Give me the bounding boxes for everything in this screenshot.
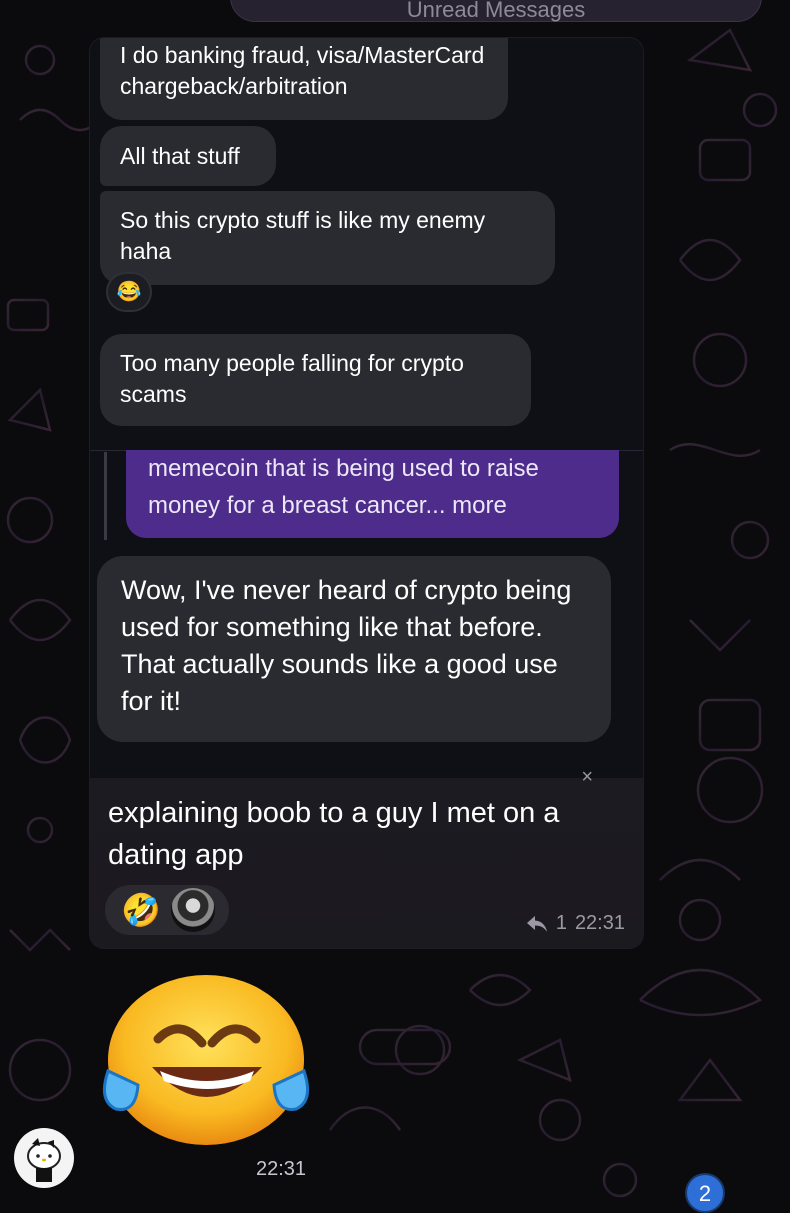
- outgoing-quoted-message: memecoin that is being used to raise mon…: [126, 450, 619, 538]
- sticker-time: 22:31: [256, 1158, 307, 1180]
- reply-arrow-icon[interactable]: [526, 915, 548, 933]
- reactor-avatar: [171, 888, 215, 932]
- caption-text: explaining boob to a guy I met on a dati…: [108, 797, 560, 871]
- joy-face-emoji[interactable]: [100, 975, 312, 1145]
- quoted-line-1: memecoin that is being used to raise: [148, 455, 539, 482]
- caption-area: × explaining boob to a guy I met on a da…: [90, 766, 643, 948]
- reply-count[interactable]: 1: [556, 912, 567, 935]
- incoming-message: All that stuff: [100, 126, 276, 186]
- unread-messages-divider: Unread Messages: [230, 0, 762, 22]
- close-icon[interactable]: ×: [581, 766, 593, 789]
- message-text: All that stuff: [120, 143, 240, 169]
- message-text: So this crypto stuff is like my enemy ha…: [120, 207, 486, 264]
- sender-avatar[interactable]: [14, 1128, 74, 1188]
- incoming-message: So this crypto stuff is like my enemy ha…: [100, 191, 555, 285]
- message-text: Too many people falling for crypto scams: [120, 350, 464, 407]
- more-link: more: [452, 492, 507, 519]
- unread-count-badge[interactable]: 2: [685, 1173, 725, 1213]
- message-time: 22:31: [574, 912, 625, 934]
- message-text: I do banking fraud, visa/MasterCard char…: [120, 42, 485, 99]
- reply-text: Wow, I've never heard of crypto being us…: [121, 575, 572, 716]
- reply-rail: [104, 452, 107, 540]
- incoming-reply-message: Wow, I've never heard of crypto being us…: [97, 556, 611, 742]
- rofl-emoji-icon: 🤣: [121, 892, 161, 928]
- quoted-line-2-text: money for a breast cancer...: [148, 492, 453, 519]
- forwarded-message-card[interactable]: I do banking fraud, visa/MasterCard char…: [90, 38, 643, 948]
- incoming-message: Too many people falling for crypto scams: [100, 334, 531, 426]
- message-meta: 1 22:31: [526, 912, 625, 935]
- embedded-screenshot: I do banking fraud, visa/MasterCard char…: [90, 38, 643, 778]
- reaction-pill[interactable]: 🤣: [105, 885, 229, 935]
- incoming-message: I do banking fraud, visa/MasterCard char…: [100, 38, 508, 120]
- unread-messages-label: Unread Messages: [406, 0, 586, 22]
- quoted-line-2: money for a breast cancer... more: [148, 487, 597, 524]
- hello-kitty-icon: [27, 1138, 61, 1182]
- laugh-emoji-icon: 😂: [116, 281, 142, 303]
- laugh-reaction-chip: 😂: [106, 272, 152, 312]
